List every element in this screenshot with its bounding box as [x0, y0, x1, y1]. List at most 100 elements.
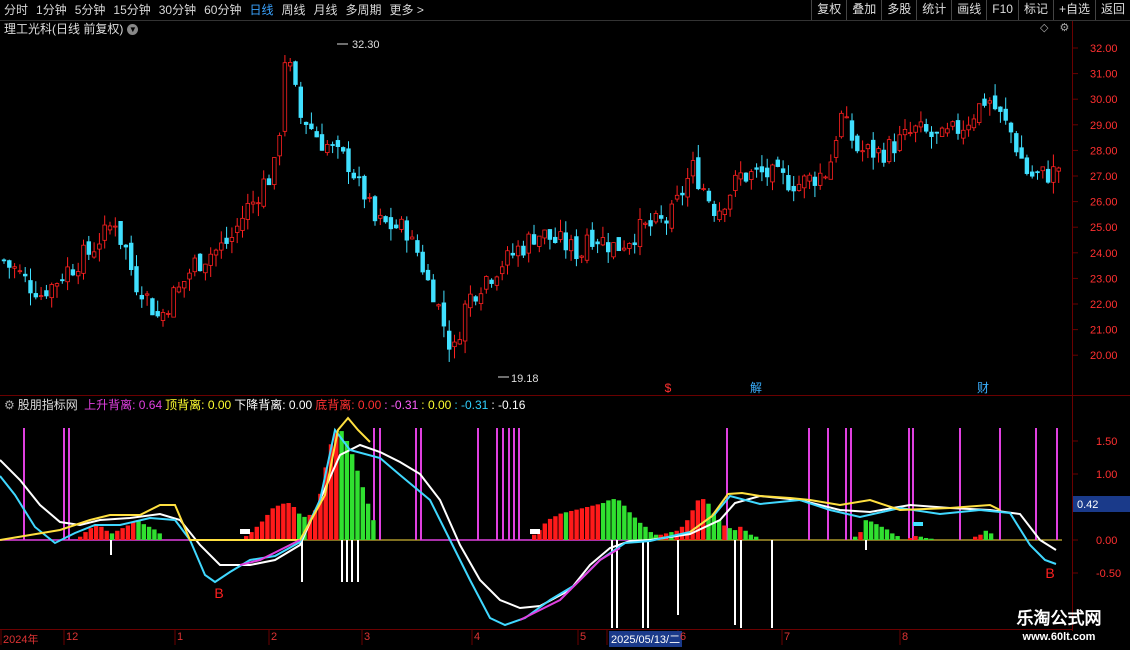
- candle-body: [568, 239, 574, 252]
- date-label: 8: [902, 631, 909, 643]
- indicator-tick-label: 1.50: [1096, 436, 1117, 448]
- candle-body: [351, 172, 356, 179]
- candle-body: [335, 140, 341, 148]
- histogram-bar: [858, 532, 863, 540]
- candle-body: [939, 127, 945, 137]
- histogram-bar: [558, 513, 563, 540]
- small-marker: [530, 529, 540, 534]
- candle-body: [664, 220, 669, 224]
- indicator-item-value: -0.31: [390, 398, 419, 412]
- candle-body: [499, 266, 505, 275]
- candle-body: [208, 253, 213, 266]
- candle-body: [1051, 166, 1056, 183]
- histogram-bar: [627, 512, 632, 540]
- histogram-bar: [879, 526, 884, 540]
- candle-body: [303, 121, 309, 125]
- histogram-bar: [690, 510, 695, 540]
- histogram-bar: [895, 536, 900, 540]
- histogram-bar: [983, 530, 988, 540]
- candle-body: [796, 183, 802, 191]
- histogram-bar: [99, 526, 104, 540]
- candle-body: [383, 216, 388, 223]
- histogram-bar: [727, 528, 732, 540]
- price-tick-label: 22.00: [1090, 299, 1118, 311]
- histogram-bar: [88, 528, 93, 540]
- small-marker: [913, 522, 923, 526]
- histogram-bar: [146, 526, 152, 540]
- histogram-bar: [297, 513, 302, 540]
- candle-body: [362, 175, 367, 200]
- candle-body: [971, 118, 977, 129]
- indicator-item-value: 0.00: [357, 398, 382, 412]
- histogram-bar: [738, 526, 743, 540]
- candle-body: [86, 241, 91, 255]
- settings-icon[interactable]: ⚙: [4, 398, 15, 412]
- candle-body: [765, 167, 770, 178]
- candle-body: [881, 149, 886, 163]
- candle-body: [733, 174, 738, 191]
- histogram-bar: [109, 533, 115, 540]
- indicator-item-label: 底背离:: [315, 398, 358, 412]
- histogram-bar: [978, 534, 983, 540]
- candle-body: [595, 241, 600, 245]
- histogram-bar: [339, 431, 344, 540]
- candle-body: [812, 176, 818, 186]
- candle-body: [181, 281, 187, 289]
- candle-body: [367, 196, 372, 199]
- candle-body: [621, 247, 627, 251]
- indicator-item-label: :: [384, 398, 391, 412]
- candle-body: [409, 236, 415, 240]
- indicator-name[interactable]: 股朋指标网: [18, 398, 78, 412]
- candle-body: [966, 124, 971, 131]
- candle-body: [892, 141, 897, 154]
- candle-body: [648, 220, 653, 227]
- candle-body: [388, 217, 394, 230]
- date-label: 1: [177, 631, 184, 643]
- candle-body: [871, 139, 876, 158]
- candle-body: [754, 167, 759, 170]
- watermark-title: 乐淘公式网: [1016, 609, 1102, 628]
- histogram-bar: [365, 503, 371, 540]
- candle-body: [674, 194, 680, 200]
- histogram-bar: [701, 499, 706, 540]
- signal-line-magenta: [519, 547, 621, 621]
- histogram-bar: [270, 508, 275, 540]
- candle-body: [250, 201, 256, 205]
- watermark-url: www.60lt.com: [1022, 631, 1096, 643]
- candle-body: [399, 218, 404, 230]
- candle-body: [1030, 171, 1035, 177]
- histogram-bar: [874, 524, 879, 540]
- histogram-bar: [923, 538, 929, 540]
- histogram-bar: [908, 538, 913, 540]
- candle-body: [144, 293, 150, 296]
- candle-body: [340, 147, 346, 152]
- candle-body: [918, 121, 924, 128]
- candle-body: [924, 124, 929, 132]
- price-tick-label: 20.00: [1090, 350, 1118, 362]
- price-tick-label: 28.00: [1090, 145, 1118, 157]
- candle-body: [446, 330, 452, 350]
- candle-body: [134, 266, 139, 293]
- candle-body: [791, 185, 796, 192]
- candle-body: [38, 295, 44, 298]
- candle-body: [404, 220, 409, 241]
- indicator-item-value: -0.16: [498, 398, 526, 412]
- date-label: 2: [271, 631, 278, 643]
- candle-body: [468, 293, 473, 309]
- candle-body: [987, 100, 992, 104]
- date-label: 6: [680, 631, 687, 643]
- candle-body: [690, 160, 696, 177]
- chart-canvas[interactable]: 32.0031.0030.0029.0028.0027.0026.0025.00…: [0, 0, 1130, 650]
- price-tick-label: 29.00: [1090, 120, 1118, 132]
- indicator-item-label: :: [421, 398, 428, 412]
- indicator-item-value: 0.00: [427, 398, 452, 412]
- candle-body: [685, 178, 690, 198]
- candle-body: [76, 271, 81, 277]
- candle-body: [12, 266, 17, 269]
- candle-body: [219, 242, 224, 251]
- histogram-bar: [532, 534, 537, 540]
- candle-body: [998, 106, 1003, 112]
- indicator-tick-label: 1.00: [1096, 469, 1117, 481]
- histogram-bar: [868, 521, 874, 540]
- candle-body: [828, 161, 833, 180]
